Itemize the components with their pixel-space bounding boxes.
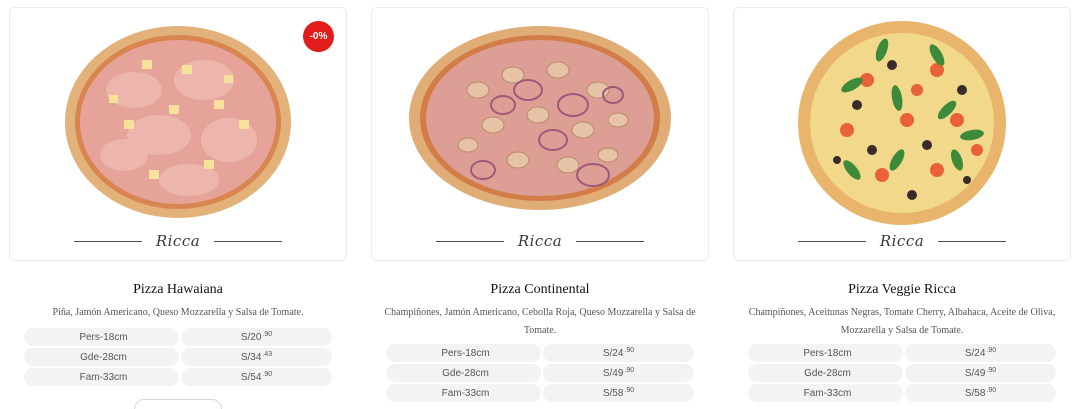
size-label: Pers-18cm	[24, 328, 179, 346]
currency: S/	[602, 387, 613, 399]
price-row: Fam-33cm S/ 58.90	[733, 384, 1071, 402]
product-description: Champiñones, Aceitunas Negras, Tomate Ch…	[748, 307, 1056, 336]
size-label: Pers-18cm	[386, 344, 541, 362]
price-value: S/ 58.90	[905, 384, 1056, 402]
price-value: S/ 34.43	[181, 348, 332, 366]
divider	[576, 240, 645, 242]
brand-wordmark: Ricca	[517, 232, 563, 250]
price-row: Fam-33cm S/ 54.90	[9, 368, 347, 386]
product-description: Champiñones, Jamón Americano, Cebolla Ro…	[384, 307, 696, 336]
size-label: Fam-33cm	[748, 384, 903, 402]
divider	[214, 240, 283, 242]
price-amount: 34	[250, 351, 262, 363]
price-amount: 54	[250, 371, 262, 383]
add-to-cart-button[interactable]	[134, 399, 222, 409]
price-cents: .90	[262, 330, 273, 338]
price-row: Pers-18cm S/ 24.90	[733, 344, 1071, 362]
pizza-continental-image	[409, 26, 671, 210]
price-amount: 49	[974, 367, 986, 379]
product-title[interactable]: Pizza Veggie Ricca	[733, 280, 1071, 300]
product-title[interactable]: Pizza Continental	[371, 280, 709, 300]
currency: S/	[602, 367, 613, 379]
discount-badge: -0%	[303, 21, 334, 52]
price-amount: 24	[612, 347, 624, 359]
price-row: Gde-28cm S/ 49.90	[733, 364, 1071, 382]
pizza-hawaiana-image	[65, 26, 291, 218]
price-value: S/ 24.90	[905, 344, 1056, 362]
price-cents: .90	[986, 346, 997, 354]
product-card-veggie[interactable]: Ricca Pizza Veggie Ricca Champiñones, Ac…	[733, 7, 1071, 404]
brand-logo: Ricca	[10, 230, 346, 252]
price-cents: .90	[624, 366, 635, 374]
pizza-veggie-image	[798, 21, 1006, 225]
brand-logo: Ricca	[372, 230, 708, 252]
currency: S/	[240, 371, 251, 383]
size-label: Pers-18cm	[748, 344, 903, 362]
divider	[938, 240, 1007, 242]
currency: S/	[602, 347, 613, 359]
price-cents: .90	[262, 370, 273, 378]
price-amount: 58	[974, 387, 986, 399]
price-cents: .90	[624, 346, 635, 354]
price-row: Fam-33cm S/ 58.90	[371, 384, 709, 402]
price-table: Pers-18cm S/ 24.90 Gde-28cm S/ 49.90 Fam…	[733, 344, 1071, 402]
product-card-continental[interactable]: Ricca Pizza Continental Champiñones, Jam…	[371, 7, 709, 404]
size-label: Fam-33cm	[24, 368, 179, 386]
divider	[797, 240, 866, 242]
price-value: S/ 24.90	[543, 344, 694, 362]
price-row: Gde-28cm S/ 49.90	[371, 364, 709, 382]
price-table: Pers-18cm S/ 20.90 Gde-28cm S/ 34.43 Fam…	[9, 328, 347, 386]
currency: S/	[964, 387, 975, 399]
price-amount: 49	[612, 367, 624, 379]
price-row: Gde-28cm S/ 34.43	[9, 348, 347, 366]
currency: S/	[240, 351, 251, 363]
currency: S/	[964, 367, 975, 379]
product-title[interactable]: Pizza Hawaiana	[9, 280, 347, 300]
size-label: Gde-28cm	[24, 348, 179, 366]
product-image-continental[interactable]: Ricca	[371, 7, 709, 261]
currency: S/	[240, 331, 251, 343]
brand-wordmark: Ricca	[155, 232, 201, 250]
price-cents: .90	[986, 366, 997, 374]
price-table: Pers-18cm S/ 24.90 Gde-28cm S/ 49.90 Fam…	[371, 344, 709, 402]
price-cents: .90	[624, 386, 635, 394]
product-image-veggie[interactable]: Ricca	[733, 7, 1071, 261]
price-value: S/ 20.90	[181, 328, 332, 346]
product-image-hawaiana[interactable]: -0% Ricca	[9, 7, 347, 261]
price-amount: 20	[250, 331, 262, 343]
size-label: Gde-28cm	[386, 364, 541, 382]
price-cents: .90	[986, 386, 997, 394]
price-value: S/ 58.90	[543, 384, 694, 402]
price-row: Pers-18cm S/ 20.90	[9, 328, 347, 346]
brand-wordmark: Ricca	[879, 232, 925, 250]
divider	[73, 240, 142, 242]
size-label: Fam-33cm	[386, 384, 541, 402]
price-row: Pers-18cm S/ 24.90	[371, 344, 709, 362]
price-value: S/ 49.90	[905, 364, 1056, 382]
price-amount: 58	[612, 387, 624, 399]
price-value: S/ 49.90	[543, 364, 694, 382]
brand-logo: Ricca	[734, 230, 1070, 252]
price-value: S/ 54.90	[181, 368, 332, 386]
price-cents: .43	[262, 350, 273, 358]
product-description: Piña, Jamón Americano, Queso Mozzarella …	[52, 307, 304, 318]
size-label: Gde-28cm	[748, 364, 903, 382]
currency: S/	[964, 347, 975, 359]
price-amount: 24	[974, 347, 986, 359]
divider	[435, 240, 504, 242]
product-card-hawaiana[interactable]: -0% Ricca Pizza Hawaiana Piña, Jamón Ame…	[9, 7, 347, 388]
